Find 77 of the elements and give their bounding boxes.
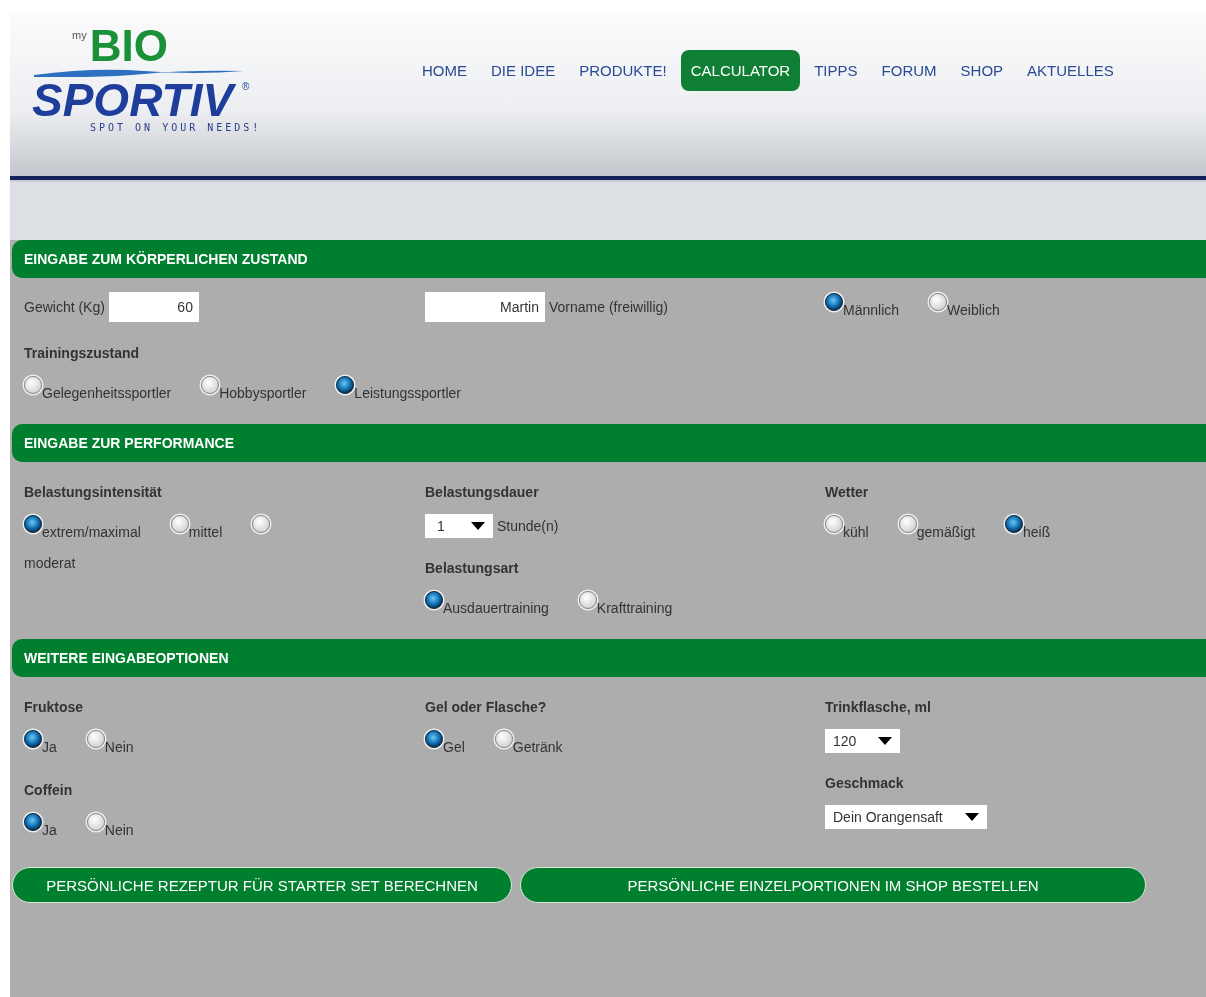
radio-label: Gel: [443, 739, 465, 755]
field-heading: Gel oder Flasche?: [425, 699, 547, 715]
nav-link[interactable]: HOME: [412, 50, 477, 91]
radio-label: heiß: [1023, 524, 1051, 540]
caret-icon: [471, 522, 485, 530]
input-field[interactable]: 60: [108, 292, 199, 322]
logo-word: BIO: [89, 26, 168, 66]
select-dropdown[interactable]: Dein Orangensaft: [825, 805, 987, 829]
field-heading: Belastungsdauer: [425, 484, 539, 500]
nav-link[interactable]: SHOP: [950, 50, 1014, 91]
nav-link[interactable]: DIE IDEE: [481, 50, 566, 91]
radio-label: Ja: [42, 822, 57, 838]
registered-mark: ®: [242, 82, 250, 92]
radio-label: gemäßigt: [916, 524, 976, 540]
radio-label: mittel: [188, 524, 223, 540]
radio-button[interactable]: [24, 730, 42, 748]
radio-label: Ausdauertraining: [443, 600, 549, 616]
logo-word: SPORTIV: [32, 78, 236, 122]
field-heading: Coffein: [24, 782, 73, 798]
radio-label: Nein: [104, 822, 134, 838]
radio-button[interactable]: [24, 515, 42, 533]
radio-button[interactable]: [825, 293, 843, 311]
nav-link[interactable]: AKTUELLES: [1017, 50, 1124, 91]
radio-label: Getränk: [512, 739, 563, 755]
radio-button[interactable]: [578, 591, 597, 609]
section-header: WEITERE EINGABEOPTIONEN: [12, 639, 1206, 677]
radio-button[interactable]: [86, 730, 105, 748]
nav-link[interactable]: PRODUKTE!: [569, 50, 677, 91]
field-label: Stunde(n): [497, 518, 559, 534]
radio-button[interactable]: [825, 515, 843, 533]
field-label: Gewicht (Kg): [24, 299, 105, 315]
nav-link[interactable]: FORUM: [871, 50, 947, 91]
radio-button[interactable]: [252, 515, 271, 533]
radio-label: Hobbysportler: [219, 385, 307, 401]
radio-label: Leistungssportler: [354, 385, 461, 401]
radio-label: Nein: [104, 739, 134, 755]
radio-label: kühl: [843, 524, 869, 540]
field-heading: Wetter: [825, 484, 869, 500]
radio-button[interactable]: [201, 376, 220, 394]
section-header: EINGABE ZUM KÖRPERLICHEN ZUSTAND: [12, 240, 1206, 278]
radio-button[interactable]: [898, 515, 917, 533]
radio-label: extrem/maximal: [42, 524, 141, 540]
radio-label: Ja: [42, 739, 57, 755]
select-dropdown[interactable]: 1: [425, 514, 493, 538]
logo-prefix: my: [72, 30, 87, 41]
radio-button[interactable]: [170, 515, 189, 533]
radio-label: Männlich: [843, 302, 900, 318]
input-field[interactable]: Martin: [425, 292, 545, 322]
radio-label: Krafttraining: [596, 600, 673, 616]
action-button[interactable]: PERSÖNLICHE REZEPTUR FÜR STARTER SET BERECHNEN: [12, 867, 512, 903]
field-heading: Belastungsart: [425, 560, 519, 576]
radio-label: Gelegenheitssportler: [42, 385, 172, 401]
field-heading: Fruktose: [24, 699, 84, 715]
radio-button[interactable]: [24, 376, 42, 394]
radio-button[interactable]: [929, 293, 948, 311]
field-label: Vorname (freiwillig): [549, 299, 669, 315]
action-button[interactable]: PERSÖNLICHE EINZELPORTIONEN IM SHOP BESTELLEN: [520, 867, 1146, 903]
radio-label: Weiblich: [947, 302, 1000, 318]
logo-tagline: SPOT ON YOUR NEEDS!: [90, 122, 262, 134]
field-heading: Geschmack: [825, 775, 904, 791]
radio-button[interactable]: [425, 591, 443, 609]
select-dropdown[interactable]: 120: [825, 729, 901, 753]
radio-button[interactable]: [24, 813, 42, 831]
field-heading: Trinkflasche, ml: [825, 699, 931, 715]
nav-link[interactable]: CALCULATOR: [680, 50, 801, 91]
radio-button[interactable]: [425, 730, 443, 748]
caret-icon: [964, 813, 979, 821]
nav-link[interactable]: TIPPS: [804, 50, 868, 91]
field-heading: Trainingszustand: [24, 345, 140, 361]
caret-icon: [878, 737, 893, 745]
radio-button[interactable]: [86, 813, 105, 831]
radio-button[interactable]: [336, 376, 355, 394]
radio-button[interactable]: [494, 730, 513, 748]
radio-button[interactable]: [1005, 515, 1024, 533]
radio-label: moderat: [24, 555, 76, 571]
section-header: EINGABE ZUR PERFORMANCE: [12, 424, 1206, 462]
field-heading: Belastungsintensität: [24, 484, 162, 500]
